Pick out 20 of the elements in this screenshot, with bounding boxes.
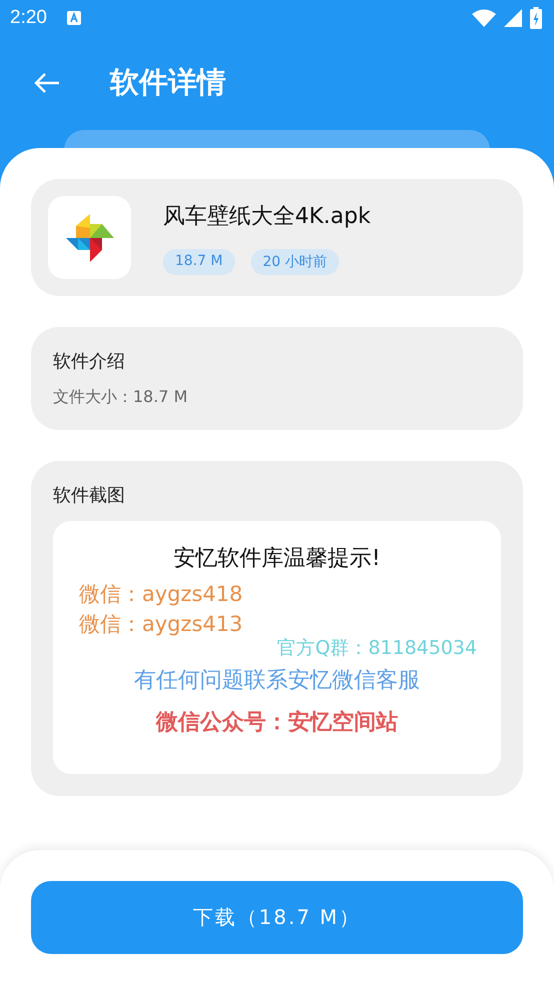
notice-title: 安忆软件库温馨提示! — [174, 545, 380, 573]
back-arrow-icon[interactable] — [34, 72, 60, 94]
info-tag: 18.7 M — [163, 248, 235, 274]
status-time: 2:20 — [10, 7, 47, 29]
section-heading: 软件截图 — [53, 484, 126, 507]
signal-icon — [504, 9, 522, 27]
wifi-icon — [472, 9, 496, 27]
account-line: 微信公众号：安忆空间站 — [156, 708, 398, 737]
file-size-text: 文件大小：18.7 M — [53, 387, 189, 408]
battery-icon — [530, 7, 542, 29]
app-name: 风车壁纸大全4K.apk — [163, 202, 371, 230]
group-line: 官方Q群：811845034 — [277, 636, 477, 661]
download-button[interactable]: 下载（18.7 M） — [31, 881, 523, 954]
section-heading: 软件介绍 — [53, 350, 126, 373]
contact-line: 微信：aygzs413 — [79, 611, 244, 638]
page-title: 软件详情 — [110, 64, 226, 101]
contact-line: 微信：aygzs418 — [79, 581, 244, 608]
note-line: 有任何问题联系安忆微信客服 — [134, 667, 420, 695]
info-tag: 20 小时前 — [250, 248, 339, 274]
keyboard-icon — [66, 11, 81, 25]
